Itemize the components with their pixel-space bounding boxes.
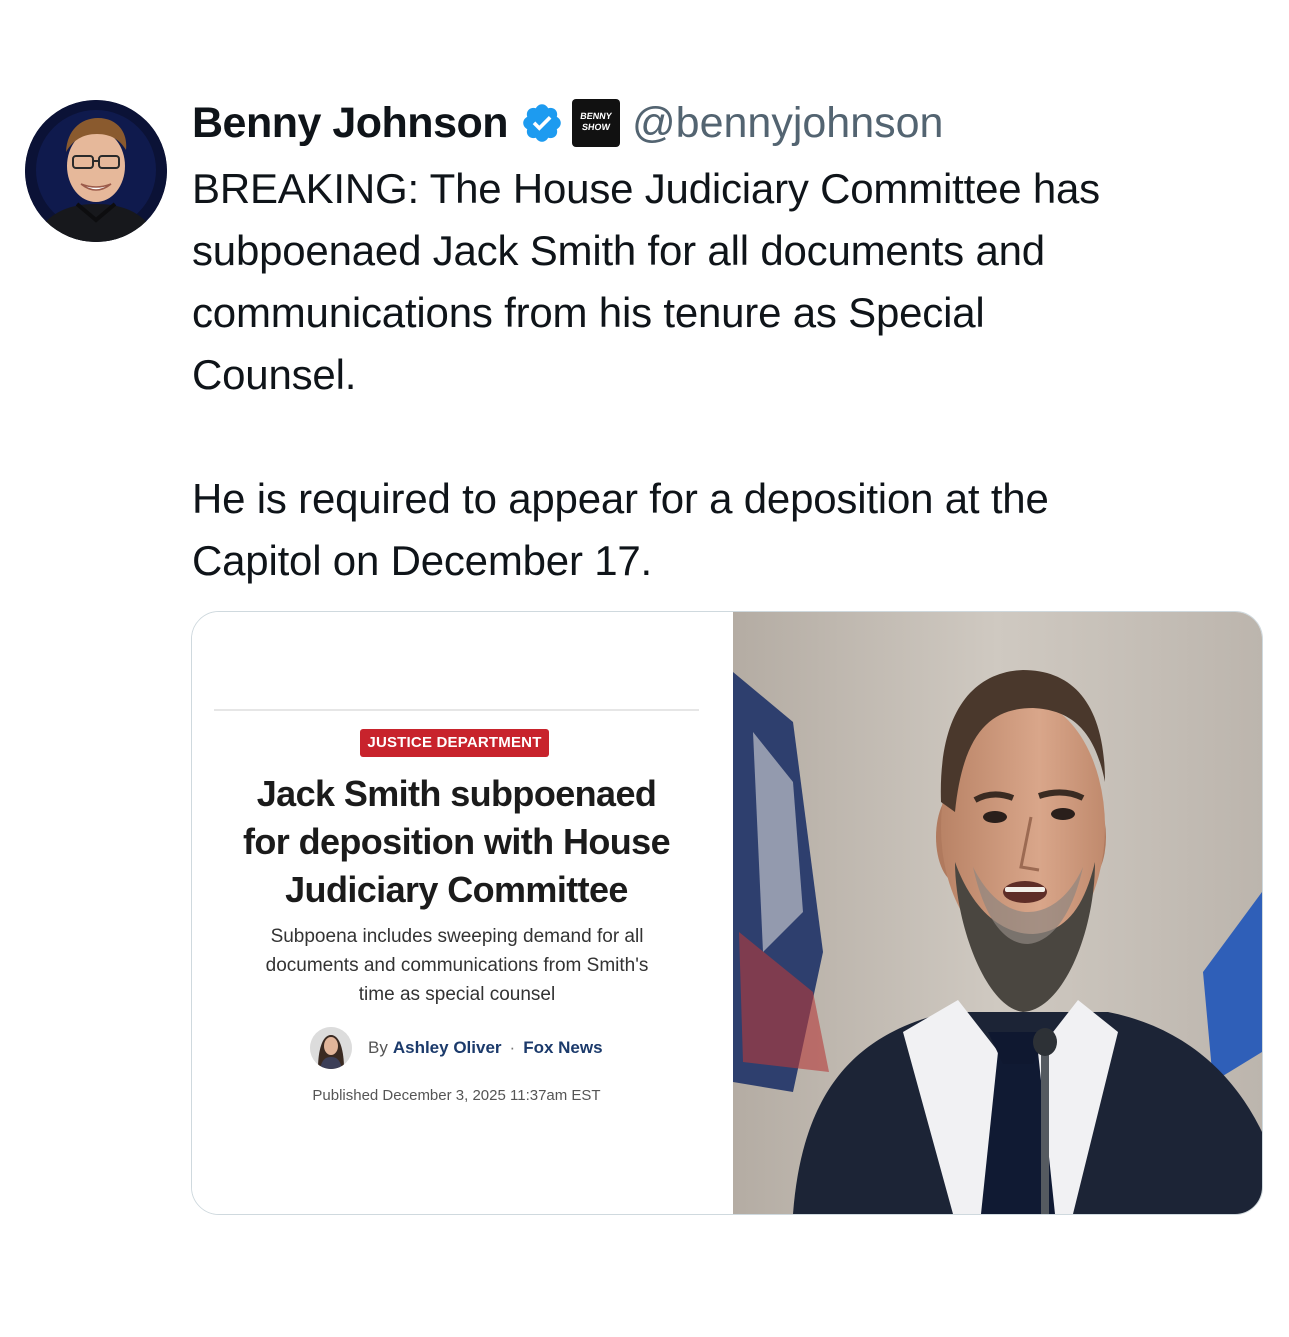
author-name: Ashley Oliver (392, 1038, 502, 1057)
speaker-photo (733, 612, 1262, 1214)
divider (214, 709, 699, 711)
author-photo (310, 1027, 352, 1069)
affiliate-badge-icon[interactable]: BENNY SHOW (572, 99, 621, 147)
source-name: Fox News (523, 1038, 603, 1057)
tweet-text: BREAKING: The House Judiciary Committee … (192, 165, 1100, 584)
user-handle[interactable]: @bennyjohnson (632, 99, 943, 148)
affiliate-badge-line-1: BENNY (579, 111, 613, 121)
category-tag: JUSTICE DEPARTMENT (360, 729, 549, 757)
verified-badge-icon (523, 104, 561, 142)
affiliate-badge-line-2: SHOW (581, 122, 611, 132)
display-name[interactable]: Benny Johnson (192, 99, 509, 148)
author-avatar (310, 1027, 352, 1069)
article-subhead-text: Subpoena includes sweeping demand for al… (265, 926, 649, 1005)
article-subhead: Subpoena includes sweeping demand for al… (232, 922, 682, 1009)
profile-avatar[interactable] (25, 100, 167, 242)
article-screenshot: JUSTICE DEPARTMENT Jack Smith subpoenaed… (192, 612, 733, 1214)
published-date: Published December 3, 2025 11:37am EST (312, 1087, 601, 1104)
news-photo (733, 612, 1262, 1214)
profile-photo (25, 100, 167, 242)
byline-separator: · (509, 1038, 516, 1057)
tweet-header: Benny Johnson BENNY SHOW @bennyjohnson (192, 96, 943, 150)
article-headline: Jack Smith subpoenaed for deposition wit… (214, 770, 699, 914)
article-headline-text: Jack Smith subpoenaed for deposition wit… (243, 773, 671, 910)
byline: By Ashley Oliver · Fox News (310, 1026, 603, 1070)
by-label: By (368, 1038, 388, 1057)
media-card[interactable]: JUSTICE DEPARTMENT Jack Smith subpoenaed… (191, 611, 1263, 1215)
